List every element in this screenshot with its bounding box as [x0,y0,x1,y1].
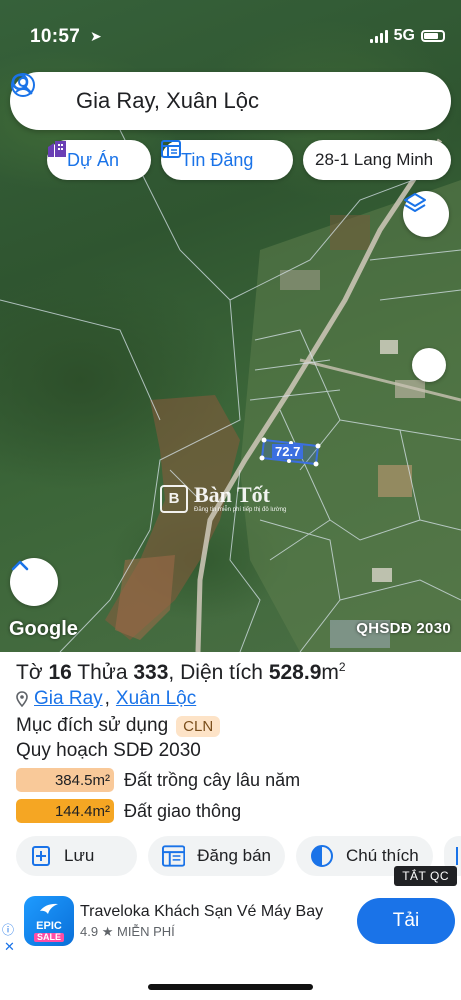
land-use-name: Đất trồng cây lâu năm [124,769,301,790]
ad-rating-value: 4.9 [80,924,99,939]
watermark-title: Bàn Tốt [194,482,271,507]
commune-link[interactable]: Gia Ray [34,688,103,710]
battery-icon [421,30,445,42]
watermark: B Bàn Tốt Đăng tin miễn phí tiếp thị đô … [160,484,286,513]
add-bookmark-icon [32,846,50,866]
partial-action-icon [456,847,458,865]
district-link[interactable]: Xuân Lộc [116,688,196,710]
ad-rating: 4.9 ★ MIỄN PHÍ [80,924,175,940]
chip-tin-dang-label: Tin Đăng [181,149,254,170]
layers-icon [404,193,426,212]
expand-sheet-button[interactable] [10,558,58,606]
parcel-map-label: 72.7 [272,444,304,459]
parcel-location: Gia Ray, Xuân Lộc [16,688,196,710]
search-icon[interactable] [11,73,433,114]
bottom-area [0,958,461,1000]
ad-banner[interactable]: ⓘ ✕ EPIC SALE Traveloka Khách Sạn Vé Máy… [0,888,461,958]
status-bar: 10:57 ➤ 5G [0,0,461,72]
parcel-thua-value: 333 [133,661,169,684]
land-use-row: 384.5m² Đất trồng cây lâu năm [16,767,300,793]
watermark-logo-icon: B [160,484,188,513]
chevron-up-icon [11,560,29,571]
save-button[interactable]: Lưu [16,836,137,876]
post-sale-button[interactable]: Đăng bán [148,836,285,876]
map-circle-button[interactable] [412,348,446,382]
listing-icon [162,845,186,867]
chip-location[interactable]: 28-1 Lang Minh [303,140,451,180]
star-icon: ★ [101,924,114,939]
ad-info-icon[interactable]: ⓘ [2,921,14,938]
layers-button[interactable] [403,191,449,237]
home-indicator[interactable] [148,984,313,990]
ad-title: Traveloka Khách Sạn Vé Máy Bay [80,903,324,920]
purpose-label: Mục đích sử dụng [16,715,169,736]
parcel-info-sheet: Tờ 16 Thửa 333, Diện tích 528.9m2 Gia Ra… [0,652,461,897]
chip-location-label: 28-1 Lang Minh [315,150,434,169]
legend-button-label: Chú thích [346,846,419,865]
ad-close-tag[interactable]: TẮT QC [394,866,457,886]
land-use-row: 144.4m² Đất giao thông [16,798,241,824]
chip-du-an-label: Dự Án [67,149,120,170]
ad-icon-bottom-text: SALE [33,932,64,942]
ad-price: MIỄN PHÍ [116,924,175,939]
network-type: 5G [393,27,415,44]
land-use-name: Đất giao thông [124,800,242,821]
plan-label: Quy hoạch SDĐ 2030 [16,740,201,761]
bird-icon [40,903,58,914]
map-view[interactable]: 10:57 ➤ 5G Gia Ray, Xuân Lộc Dự Án Tin Đ… [0,0,461,652]
status-indicators: 5G [369,27,445,45]
search-query[interactable]: Gia Ray, Xuân Lộc [76,88,407,114]
ad-install-button[interactable]: Tải [357,898,455,944]
ad-close-icon[interactable]: ✕ [4,939,15,955]
watermark-sub: Đăng tin miễn phí tiếp thị đô lường [194,507,287,513]
land-purpose: Mục đích sử dụng CLN [16,715,221,737]
chip-tin-dang[interactable]: Tin Đăng [161,140,293,180]
parcel-to-value: 16 [48,661,72,684]
contrast-icon [311,845,333,867]
land-use-area: 144.4m² [16,799,114,823]
google-logo: Google [9,618,78,640]
parcel-area-value: 528.9 [268,661,322,684]
purpose-badge: CLN [176,715,221,737]
status-time: 10:57 [30,26,81,47]
search-bar[interactable]: Gia Ray, Xuân Lộc [10,72,451,130]
save-button-label: Lưu [64,846,95,865]
pin-icon [16,691,28,707]
post-sale-button-label: Đăng bán [197,846,271,865]
signal-icon [369,29,388,43]
ad-icon-top-text: EPIC [36,919,62,932]
ad-app-icon: EPIC SALE [24,896,74,946]
land-use-area: 384.5m² [16,768,114,792]
map-layer-tag: QHSDĐ 2030 [356,620,451,637]
location-arrow-icon: ➤ [90,28,102,44]
parcel-title: Tờ 16 Thửa 333, Diện tích 528.9m2 [16,660,346,684]
chip-du-an[interactable]: Dự Án [47,140,151,180]
